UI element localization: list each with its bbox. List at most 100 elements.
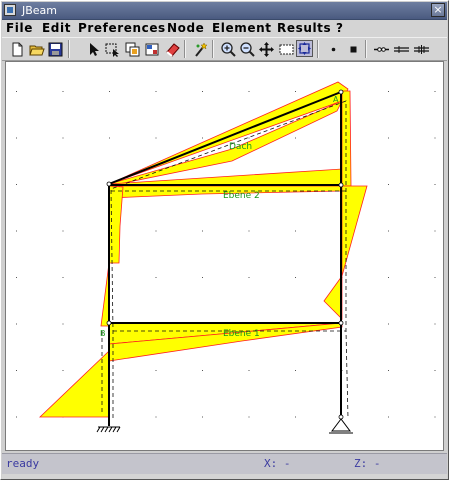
window-title: JBeam — [22, 4, 58, 17]
pinned-support — [329, 418, 353, 434]
moment-base — [39, 350, 110, 418]
copy-icon[interactable] — [123, 40, 140, 57]
menu-edit[interactable]: Edit — [42, 21, 71, 35]
grid-dot — [295, 137, 296, 139]
wand-icon[interactable] — [191, 40, 208, 57]
label-level2: Ebene 2 — [223, 191, 260, 201]
grid-dot — [202, 370, 203, 371]
grid-dot — [155, 416, 157, 418]
grid-dot — [62, 323, 64, 325]
grid-dot — [62, 137, 64, 139]
window-bottom-edge[interactable] — [2, 474, 447, 479]
node-point-icon[interactable] — [324, 40, 341, 57]
grid-dot — [16, 184, 17, 185]
grid-dot — [295, 277, 296, 278]
menu-preferences[interactable]: Preferences — [78, 21, 166, 35]
grid-dot — [16, 323, 17, 325]
new-file-icon[interactable] — [8, 40, 25, 57]
truss-icon[interactable] — [412, 40, 429, 57]
moment-right-lower — [323, 274, 343, 320]
grid-dot — [62, 91, 64, 92]
grid-dot — [16, 230, 17, 232]
grid-dot — [248, 91, 250, 92]
status-bar: ready X: - Z: - — [2, 453, 447, 474]
fixed-support — [96, 426, 121, 433]
grid-dot — [388, 370, 389, 371]
roof-beam — [108, 91, 342, 185]
x-coordinate: X: - — [264, 457, 291, 470]
grid-dot — [155, 91, 157, 92]
label-roof: Dach — [229, 142, 252, 152]
open-folder-icon[interactable] — [27, 40, 45, 57]
menu-file[interactable]: File — [6, 21, 33, 35]
status-message: ready — [6, 457, 40, 470]
grid-dot — [248, 230, 250, 232]
save-icon[interactable] — [46, 40, 63, 57]
grid-dot — [388, 137, 389, 139]
title-bar[interactable]: JBeam × — [2, 2, 447, 20]
grid-dot — [202, 91, 203, 92]
label-level1: Ebene 1 — [223, 329, 260, 339]
grid-dot — [155, 230, 157, 232]
menu-results[interactable]: Results — [277, 21, 331, 35]
grid-dot — [16, 91, 17, 92]
grid-dot — [155, 277, 157, 278]
grid-dot — [295, 370, 296, 371]
beam-icon[interactable] — [392, 40, 409, 57]
grid-dot — [434, 323, 436, 325]
toolbar-separator — [212, 40, 214, 58]
node — [106, 181, 112, 187]
menu-help[interactable]: ? — [336, 21, 344, 35]
close-button[interactable]: × — [431, 3, 445, 17]
zoom-in-icon[interactable] — [219, 40, 236, 57]
grid-dot — [434, 416, 436, 418]
grid-dot — [434, 277, 436, 278]
select-box-icon[interactable] — [103, 40, 120, 57]
node-square-icon[interactable] — [344, 40, 361, 57]
toolbar — [2, 37, 447, 61]
grid-dot — [16, 416, 17, 418]
grid-dot — [295, 416, 296, 418]
grid-dot — [388, 91, 389, 92]
eraser-icon[interactable] — [163, 40, 180, 57]
deformed-shape — [101, 100, 349, 419]
drawing-canvas[interactable]: Dach Ebene 2 Ebene 1 A B — [5, 61, 444, 451]
grid-dot — [202, 277, 203, 278]
zoom-window-icon[interactable] — [277, 40, 294, 57]
grid-dot — [295, 91, 296, 92]
grid-dot — [202, 137, 203, 139]
grid-dot — [295, 230, 296, 232]
menu-bar: File Edit Preferences Node Element Resul… — [2, 20, 447, 37]
grid-dot — [388, 416, 389, 418]
toolbar-separator — [184, 40, 186, 58]
grid-dot — [202, 416, 203, 418]
menu-element[interactable]: Element — [212, 21, 272, 35]
grid-dot — [434, 137, 436, 139]
grid-dot — [434, 184, 436, 185]
menu-node[interactable]: Node — [167, 21, 204, 35]
select-arrow-icon[interactable] — [84, 40, 101, 57]
grid-dot — [109, 137, 110, 139]
zoom-fit-icon[interactable] — [296, 40, 313, 57]
moment-left-mid — [100, 262, 110, 327]
app-icon[interactable] — [4, 4, 16, 16]
hinge-icon[interactable] — [372, 40, 389, 57]
moment-roof — [108, 81, 349, 185]
pan-icon[interactable] — [257, 40, 274, 57]
grid-dot — [202, 230, 203, 232]
zoom-out-icon[interactable] — [238, 40, 255, 57]
grid-dot — [434, 91, 436, 92]
grid-dot — [155, 370, 157, 371]
toolbar-separator — [68, 40, 70, 58]
grid-dot — [434, 370, 436, 371]
properties-icon[interactable] — [143, 40, 160, 57]
z-coordinate: Z: - — [354, 457, 381, 470]
label-node-a: A — [333, 95, 339, 104]
grid-dot — [388, 277, 389, 278]
grid-dot — [16, 277, 17, 278]
grid-dot — [248, 416, 250, 418]
structure-view[interactable]: Dach Ebene 2 Ebene 1 A B — [6, 62, 443, 450]
grid-dot — [62, 370, 64, 371]
grid-dot — [62, 230, 64, 232]
grid-dot — [155, 137, 157, 139]
